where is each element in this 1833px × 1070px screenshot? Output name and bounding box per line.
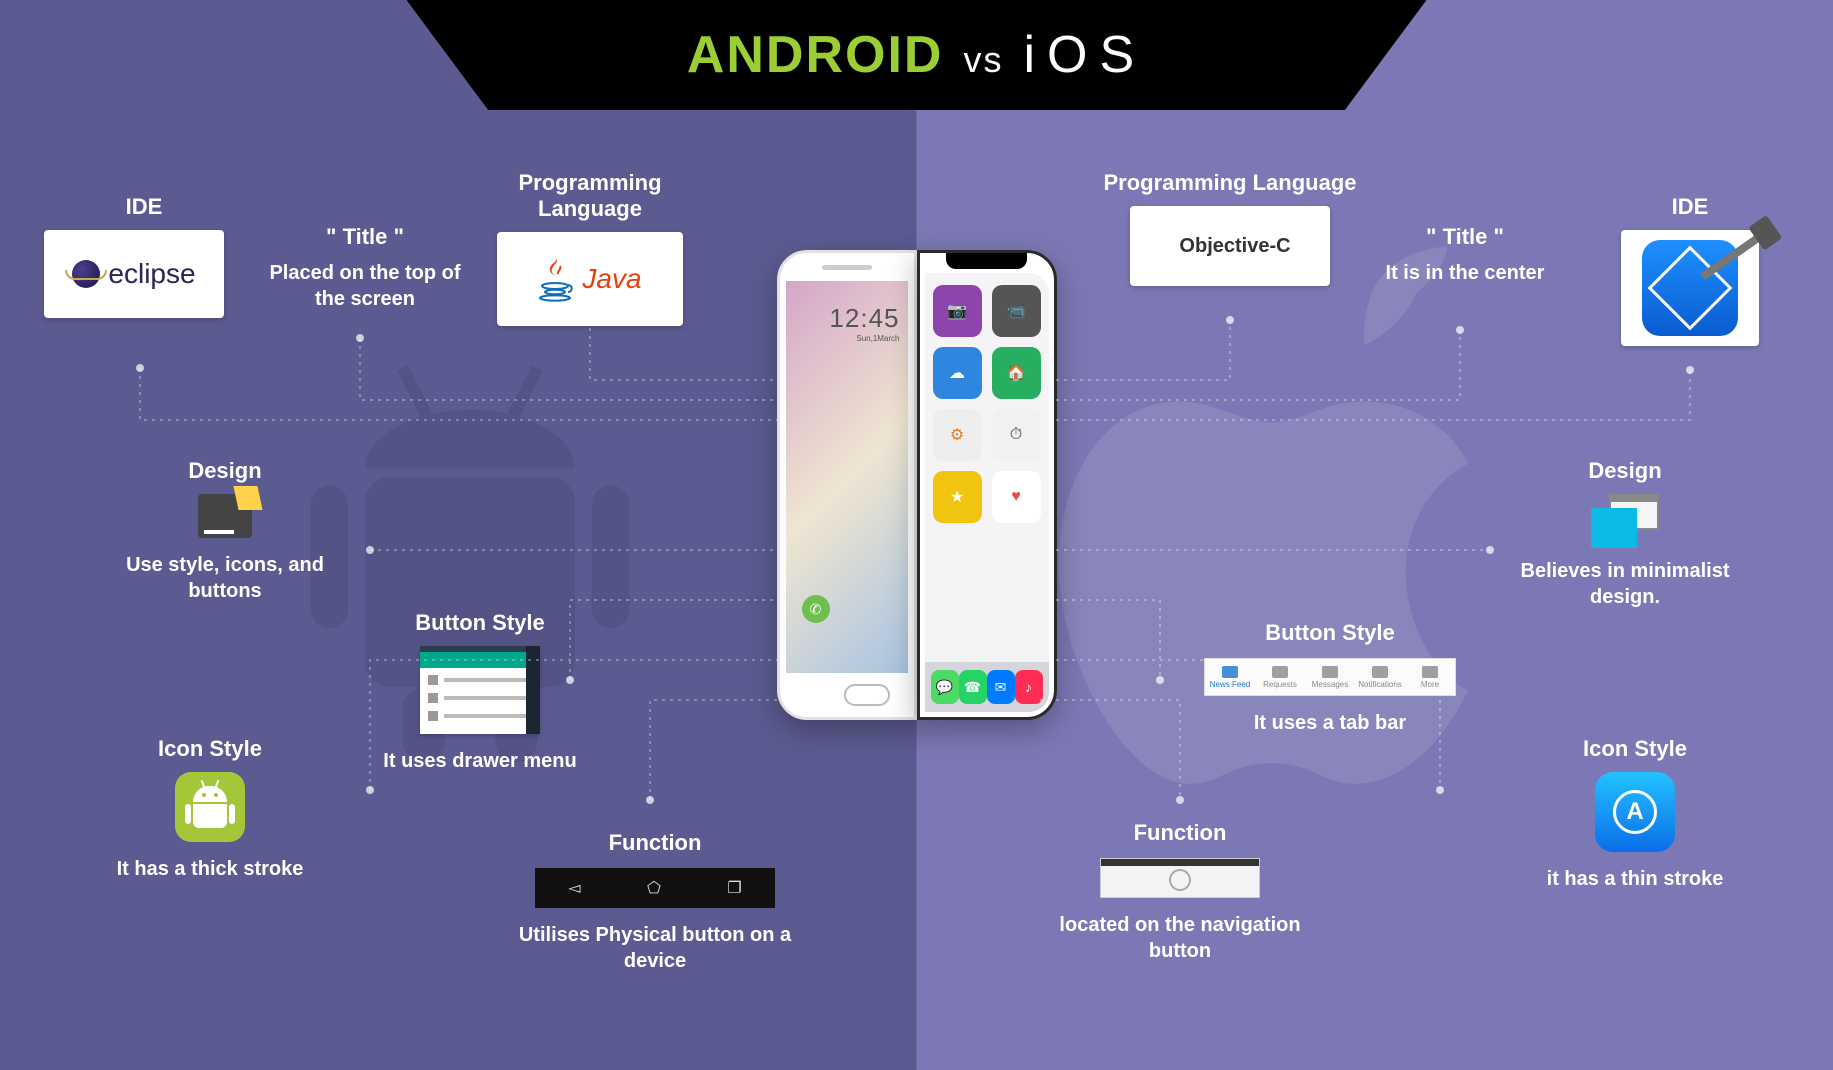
android-navbar-icon: ◅⬠❐	[535, 868, 775, 908]
ios-navbar-icon	[1100, 858, 1260, 898]
android-icon-node: Icon Style It has a thick stroke	[80, 736, 340, 882]
title-banner: ANDROID vs iOS	[407, 0, 1427, 110]
ios-design-node: Design Believes in minimalist design.	[1510, 458, 1740, 610]
ios-dock: 💬 ☎︎ ✉︎ ♪	[925, 662, 1049, 712]
tab-2: Messages	[1312, 680, 1348, 689]
ios-icon-desc: it has a thin stroke	[1510, 866, 1760, 892]
ios-design-title: Design	[1510, 458, 1740, 484]
android-function-title: Function	[510, 830, 800, 856]
java-brand-text: Java	[582, 263, 641, 295]
android-clock-date: Sun,1March	[829, 334, 899, 343]
android-robot-icon	[175, 772, 245, 842]
android-title-desc: Placed on the top of the screen	[260, 260, 470, 312]
objc-brand-text: Objective-C	[1179, 235, 1290, 258]
ios-design-desc: Believes in minimalist design.	[1510, 558, 1740, 610]
ios-tabbar-icon: News Feed Requests Messages Notification…	[1204, 658, 1456, 696]
tab-4: More	[1421, 680, 1439, 689]
drawer-menu-icon	[420, 646, 540, 734]
banner-android: ANDROID	[687, 25, 944, 85]
banner-vs: vs	[963, 39, 1003, 81]
java-logo: Java	[538, 256, 641, 302]
android-button-node: Button Style It uses drawer menu	[360, 610, 600, 774]
ios-title-node: " Title " It is in the center	[1360, 224, 1570, 286]
eclipse-brand-text: eclipse	[108, 258, 195, 290]
android-ide-title: IDE	[44, 194, 244, 220]
xcode-icon	[1642, 240, 1738, 336]
ios-function-title: Function	[1040, 820, 1320, 846]
android-function-node: Function ◅⬠❐ Utilises Physical button on…	[510, 830, 800, 974]
eclipse-logo: eclipse	[72, 258, 195, 290]
android-icon-desc: It has a thick stroke	[80, 856, 340, 882]
appstore-icon: A	[1595, 772, 1675, 852]
android-clock-time: 12:45	[829, 303, 899, 334]
ios-title-desc: It is in the center	[1360, 260, 1570, 286]
ios-button-desc: It uses a tab bar	[1180, 710, 1480, 736]
ios-icon-node: Icon Style A it has a thin stroke	[1510, 736, 1760, 892]
android-button-desc: It uses drawer menu	[360, 748, 600, 774]
android-design-node: Design Use style, icons, and buttons	[120, 458, 330, 604]
ios-ide-title: IDE	[1590, 194, 1790, 220]
android-design-desc: Use style, icons, and buttons	[120, 552, 330, 604]
ios-lang-title: Programming Language	[1090, 170, 1370, 196]
ios-icon-title: Icon Style	[1510, 736, 1760, 762]
android-function-desc: Utilises Physical button on a device	[510, 922, 800, 974]
android-lang-node: Programming Language Java	[470, 170, 710, 326]
banner-ios: iOS	[1023, 25, 1146, 85]
ios-title-heading: " Title "	[1360, 224, 1570, 250]
android-ide-node: IDE eclipse	[44, 194, 244, 318]
android-phone: 12:45 Sun,1March ✆	[777, 250, 917, 720]
android-icon-title: Icon Style	[80, 736, 340, 762]
objective-c-logo: Objective-C	[1169, 235, 1290, 258]
android-design-title: Design	[120, 458, 330, 484]
ios-button-node: Button Style News Feed Requests Messages…	[1180, 620, 1480, 736]
phone-call-icon: ✆	[802, 595, 830, 623]
android-button-title: Button Style	[360, 610, 600, 636]
ios-function-node: Function located on the navigation butto…	[1040, 820, 1320, 964]
ios-phone: 📷 📹 ☁︎ 🏠 ⚙︎ ⏱ ★ ♥ 💬 ☎︎ ✉︎ ♪	[917, 250, 1057, 720]
android-title-heading: " Title "	[260, 224, 470, 250]
ios-function-desc: located on the navigation button	[1040, 912, 1320, 964]
android-title-node: " Title " Placed on the top of the scree…	[260, 224, 470, 312]
android-lang-title: Programming Language	[470, 170, 710, 222]
android-design-icon	[198, 494, 252, 538]
ios-lang-node: Programming Language Objective-C	[1090, 170, 1370, 286]
tab-3: Notifications	[1358, 680, 1402, 689]
ios-design-icon	[1591, 494, 1659, 544]
phone-comparison: 12:45 Sun,1March ✆ 📷 📹 ☁︎ 🏠 ⚙︎ ⏱ ★ ♥ 💬 ☎…	[777, 250, 1057, 720]
ios-ide-node: IDE	[1590, 194, 1790, 346]
ios-app-grid: 📷 📹 ☁︎ 🏠 ⚙︎ ⏱ ★ ♥	[925, 273, 1049, 662]
tab-1: Requests	[1263, 680, 1297, 689]
tab-0: News Feed	[1210, 680, 1250, 689]
ios-button-title: Button Style	[1180, 620, 1480, 646]
android-home-button	[844, 684, 890, 706]
